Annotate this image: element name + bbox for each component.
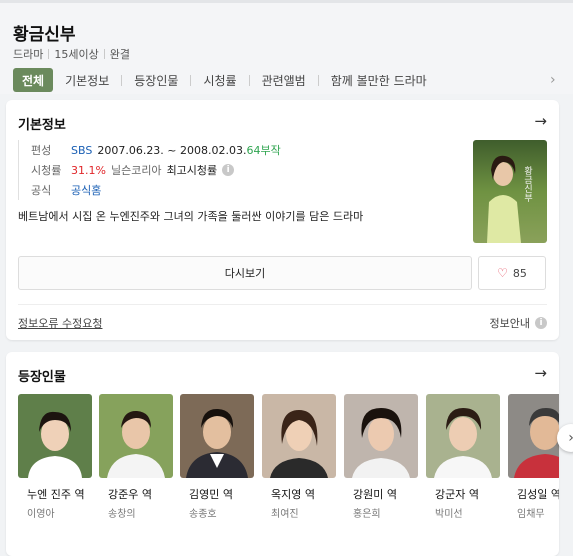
cast-role: 누엔 진주 역: [27, 488, 85, 501]
info-label: 공식: [31, 184, 52, 197]
section-title: 등장인물: [18, 370, 66, 385]
cast-item[interactable]: 강원미 역 홍은희: [344, 394, 418, 520]
meta-genre: 드라마: [13, 48, 44, 61]
drama-description: 베트남에서 시집 온 누엔진주와 그녀의 가족을 둘러싼 이야기를 담은 드라마: [18, 210, 364, 223]
cast-photo: [426, 394, 500, 478]
info-row-broadcast: 편성 SBS 2007.06.23. ~ 2008.02.03. 64부작: [31, 140, 281, 160]
cast-photo: [508, 394, 559, 478]
like-button[interactable]: ♡ 85: [478, 256, 546, 290]
cast-actor: 이영아: [27, 509, 55, 520]
section-title: 기본정보: [18, 118, 66, 133]
arrow-right-icon[interactable]: →: [534, 112, 547, 130]
like-count: 85: [512, 266, 527, 280]
cast-photo: [99, 394, 173, 478]
info-circle-icon: i: [535, 317, 547, 329]
cast-item[interactable]: 김성일 역 임채무: [508, 394, 559, 520]
divider: [18, 304, 547, 305]
cast-role: 옥지영 역: [271, 488, 315, 501]
cast-actor: 박미선: [435, 509, 463, 520]
tab-albums[interactable]: 관련앨범: [262, 68, 306, 92]
rating-type: 최고시청률: [166, 164, 218, 177]
cast-card: 등장인물 → 누엔 진주 역 이영아 강준우 역 송창의 김영민 역 송종호 옥…: [6, 352, 573, 556]
cast-actor: 최여진: [271, 509, 299, 520]
cast-item[interactable]: 강군자 역 박미선: [426, 394, 500, 520]
svg-text:황금신부: 황금신부: [522, 166, 532, 203]
tab-similar-dramas[interactable]: 함께 볼만한 드라마: [331, 68, 427, 92]
cast-photo: [180, 394, 254, 478]
tab-divider: [248, 74, 250, 86]
meta-status: 완결: [109, 48, 130, 61]
cast-role: 강군자 역: [435, 488, 479, 501]
info-guide[interactable]: 정보안내 i: [490, 315, 547, 331]
info-label: 편성: [31, 144, 52, 157]
poster-image: 황금신부: [473, 140, 547, 243]
cast-actor: 송창의: [108, 509, 136, 520]
basic-info-card: 기본정보 → 편성 SBS 2007.06.23. ~ 2008.02.03. …: [6, 100, 559, 340]
cast-role: 김성일 역: [517, 488, 559, 501]
info-guide-label: 정보안내: [489, 317, 530, 330]
channel-link[interactable]: SBS: [71, 144, 92, 157]
tab-divider: [121, 74, 123, 86]
info-row-rating: 시청률 31.1% 닐슨코리아 최고시청률 i: [31, 160, 281, 180]
meta-age-rating: 15세이상: [54, 48, 99, 61]
official-home-link[interactable]: 공식홈: [71, 182, 101, 198]
tab-bar: 전체 기본정보 등장인물 시청률 관련앨범 함께 볼만한 드라마: [13, 68, 427, 92]
report-error-link[interactable]: 정보오류 수정요청: [18, 315, 102, 331]
chevron-right-icon[interactable]: ›: [557, 424, 573, 452]
tab-divider: [317, 74, 319, 86]
cast-photo: [344, 394, 418, 478]
drama-meta: 드라마 15세이상 완결: [13, 46, 130, 62]
chevron-right-icon[interactable]: ›: [550, 72, 556, 88]
cast-role: 강준우 역: [108, 488, 152, 501]
cast-role: 강원미 역: [353, 488, 397, 501]
info-label: 시청률: [31, 164, 62, 177]
info-row-official: 공식 공식홈: [31, 180, 281, 200]
info-table: 편성 SBS 2007.06.23. ~ 2008.02.03. 64부작 시청…: [18, 140, 281, 200]
replay-label: 다시보기: [224, 267, 266, 280]
cast-actor: 임채무: [517, 509, 545, 520]
info-circle-icon[interactable]: i: [222, 164, 235, 176]
heart-icon: ♡: [497, 266, 508, 280]
page-title: 황금신부: [13, 25, 76, 45]
meta-divider: [48, 49, 50, 59]
replay-button[interactable]: 다시보기: [18, 256, 472, 290]
arrow-right-icon[interactable]: →: [534, 364, 547, 382]
episode-count: 64부작: [246, 144, 281, 157]
cast-role: 김영민 역: [189, 488, 233, 501]
drama-poster[interactable]: 황금신부: [473, 140, 547, 243]
cast-item[interactable]: 강준우 역 송창의: [99, 394, 173, 520]
tab-cast[interactable]: 등장인물: [134, 68, 178, 92]
meta-divider: [103, 49, 105, 59]
tab-divider: [190, 74, 192, 86]
rating-source: 닐슨코리아: [110, 164, 162, 177]
cast-carousel: 누엔 진주 역 이영아 강준우 역 송창의 김영민 역 송종호 옥지영 역 최여…: [18, 394, 559, 544]
cast-item[interactable]: 누엔 진주 역 이영아: [18, 394, 92, 520]
cast-item[interactable]: 옥지영 역 최여진: [262, 394, 336, 520]
rating-value: 31.1%: [71, 163, 106, 177]
cast-photo: [262, 394, 336, 478]
cast-actor: 홍은희: [353, 509, 381, 520]
tab-basic-info[interactable]: 기본정보: [65, 68, 109, 92]
cast-item[interactable]: 김영민 역 송종호: [180, 394, 254, 520]
tab-all[interactable]: 전체: [13, 68, 54, 92]
tab-ratings[interactable]: 시청률: [203, 68, 236, 92]
drama-header: 황금신부 드라마 15세이상 완결 전체 기본정보 등장인물 시청률 관련앨범 …: [0, 0, 573, 94]
broadcast-period: 2007.06.23. ~ 2008.02.03.: [97, 143, 247, 157]
cast-actor: 송종호: [189, 509, 217, 520]
cast-photo: [18, 394, 92, 478]
